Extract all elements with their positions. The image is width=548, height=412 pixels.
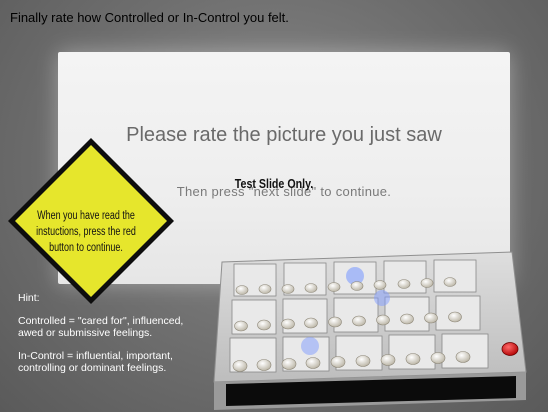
rating-button[interactable] [430, 352, 446, 364]
rating-button[interactable] [328, 316, 342, 328]
warning-text: When you have read the instuctions, pres… [36, 210, 136, 254]
rating-button[interactable] [281, 318, 295, 330]
rating-button[interactable] [330, 356, 346, 368]
rating-button[interactable] [376, 314, 390, 326]
rating-button[interactable] [305, 357, 321, 369]
top-instruction: Finally rate how Controlled or In-Contro… [10, 10, 289, 25]
rating-button[interactable] [327, 282, 341, 292]
warning-title: Test Slide Only. [234, 176, 314, 191]
rating-button[interactable] [350, 281, 364, 291]
rating-button[interactable] [256, 359, 272, 371]
hint-in-control: In-Control = influential, important, con… [18, 350, 173, 374]
rating-button[interactable] [232, 360, 248, 372]
rating-button[interactable] [352, 315, 366, 327]
rating-button[interactable] [355, 355, 371, 367]
hint-panel: Hint: Controlled = "cared for", influenc… [18, 292, 208, 385]
rating-button[interactable] [420, 278, 434, 288]
vr-scene: Finally rate how Controlled or In-Contro… [0, 0, 548, 412]
rating-button[interactable] [424, 312, 438, 324]
rating-button[interactable] [455, 351, 471, 363]
rating-console [213, 251, 527, 410]
rating-button[interactable] [373, 280, 387, 290]
rating-button[interactable] [397, 279, 411, 289]
rating-button[interactable] [257, 319, 271, 331]
hint-label: Hint: [18, 292, 40, 304]
rating-button[interactable] [281, 358, 297, 370]
rating-button[interactable] [281, 284, 295, 294]
rating-button[interactable] [258, 284, 272, 294]
red-continue-button[interactable] [501, 342, 519, 356]
rating-button[interactable] [400, 313, 414, 325]
rating-button[interactable] [235, 285, 249, 295]
rating-button[interactable] [304, 317, 318, 329]
rating-button[interactable] [304, 283, 318, 293]
selection-highlight [374, 290, 390, 306]
rating-button[interactable] [234, 320, 248, 332]
rating-button[interactable] [443, 277, 457, 287]
hint-controlled: Controlled = "cared for", influenced, aw… [18, 315, 184, 339]
selection-highlight [301, 337, 319, 355]
rating-button[interactable] [405, 353, 421, 365]
rating-button[interactable] [448, 311, 462, 323]
rating-button[interactable] [380, 354, 396, 366]
